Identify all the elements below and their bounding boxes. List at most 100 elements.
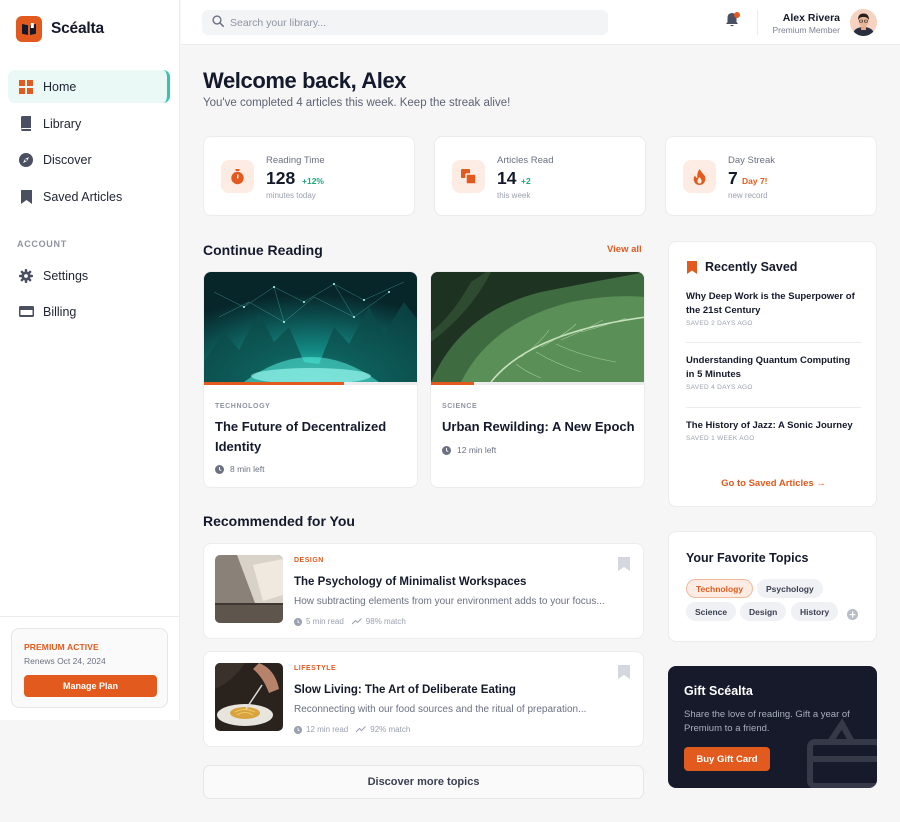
sidebar-item-discover[interactable]: Discover	[8, 143, 170, 176]
sidebar-item-saved-articles[interactable]: Saved Articles	[8, 180, 170, 213]
continue-reading-card[interactable]: SCIENCE Urban Rewilding: A New Epoch 12 …	[430, 271, 645, 488]
article-title: Slow Living: The Art of Deliberate Eatin…	[294, 684, 516, 696]
article-title: The Psychology of Minimalist Workspaces	[294, 576, 527, 588]
article-time-left: 8 min left	[215, 464, 265, 474]
article-category: DESIGN	[294, 557, 324, 564]
manage-plan-button[interactable]: Manage Plan	[24, 675, 157, 697]
divider	[686, 342, 861, 343]
topic-chip-design[interactable]: Design	[740, 602, 787, 621]
stat-note: this week	[497, 191, 531, 200]
favorite-topics-title: Your Favorite Topics	[686, 551, 809, 565]
bell-icon	[723, 13, 741, 32]
article-meta: 5 min read 98% match	[294, 617, 406, 626]
sidebar-item-label: Saved Articles	[43, 189, 123, 204]
view-all-link[interactable]: View all	[607, 244, 642, 255]
recommended-item[interactable]: LIFESTYLE Slow Living: The Art of Delibe…	[203, 651, 644, 747]
stat-label: Articles Read	[497, 155, 554, 166]
saved-item[interactable]: The History of Jazz: A Sonic Journey SAV…	[686, 419, 861, 442]
reading-progress-bar	[204, 382, 417, 385]
credit-card-icon	[18, 304, 34, 320]
recommended-item[interactable]: DESIGN The Psychology of Minimalist Work…	[203, 543, 644, 639]
book-icon	[18, 116, 34, 132]
saved-item-time: SAVED 4 DAYS AGO	[686, 384, 753, 391]
notification-dot	[734, 12, 740, 18]
recently-saved-title: Recently Saved	[705, 260, 798, 274]
stat-delta: Day 7!	[742, 176, 768, 186]
stat-note: new record	[728, 191, 768, 200]
saved-item-time: SAVED 2 DAYS AGO	[686, 320, 753, 327]
time-left-text: 12 min left	[457, 445, 497, 455]
page-subtitle: You've completed 4 articles this week. K…	[203, 97, 511, 109]
article-description: How subtracting elements from your envir…	[294, 596, 605, 607]
read-time: 5 min read	[306, 617, 344, 626]
notifications-button[interactable]	[723, 11, 741, 29]
topic-chip-science[interactable]: Science	[686, 602, 737, 621]
stat-value: 7	[728, 168, 738, 188]
topic-chip-technology[interactable]: Technology	[686, 579, 754, 598]
continue-reading-card[interactable]: TECHNOLOGY The Future of Decentralized I…	[203, 271, 418, 488]
match-score: 98% match	[365, 617, 406, 626]
article-thumbnail	[215, 663, 283, 731]
go-to-saved-link[interactable]: Go to Saved Articles →	[669, 478, 878, 489]
book-open-icon	[16, 16, 42, 42]
sidebar-item-home[interactable]: Home	[8, 70, 170, 103]
search-input[interactable]	[230, 16, 590, 29]
avatar[interactable]	[850, 9, 877, 36]
buy-gift-card-button[interactable]: Buy Gift Card	[684, 747, 770, 771]
sidebar-item-label: Discover	[43, 152, 92, 167]
article-category: SCIENCE	[442, 403, 478, 410]
clock-icon	[215, 464, 224, 474]
timer-icon	[221, 160, 254, 193]
bookmark-icon[interactable]	[618, 665, 630, 679]
nav-section-account: ACCOUNT	[17, 239, 67, 249]
flame-icon	[683, 160, 716, 193]
sidebar-item-billing[interactable]: Billing	[8, 295, 170, 328]
stat-label: Day Streak	[728, 155, 775, 166]
saved-item-title: Understanding Quantum Computing in 5 Min…	[686, 355, 851, 380]
brand-name: Scéalta	[51, 20, 104, 37]
bookmark-icon[interactable]	[618, 557, 630, 571]
clock-icon	[294, 617, 302, 626]
user-role: Premium Member	[772, 25, 840, 35]
search-icon	[212, 15, 224, 30]
recommended-title: Recommended for You	[203, 513, 355, 529]
bookmark-icon	[687, 260, 697, 274]
trend-up-icon	[351, 618, 362, 625]
time-left-text: 8 min left	[230, 464, 265, 474]
saved-item[interactable]: Why Deep Work is the Superpower of the 2…	[686, 290, 861, 327]
gift-promo-panel: Gift Scéalta Share the love of reading. …	[668, 666, 877, 788]
article-category: TECHNOLOGY	[215, 403, 271, 410]
bookmark-icon	[18, 189, 34, 205]
stat-card-day-streak: Day Streak 7 Day 7! new record	[665, 136, 877, 216]
article-meta: 12 min read 92% match	[294, 725, 410, 734]
search-box[interactable]	[202, 10, 608, 35]
article-title: Urban Rewilding: A New Epoch	[442, 419, 635, 434]
favorite-topics-panel: Your Favorite Topics Technology Psycholo…	[668, 531, 877, 642]
header-divider	[757, 10, 758, 35]
saved-item-title: The History of Jazz: A Sonic Journey	[686, 420, 853, 431]
sidebar-item-label: Home	[43, 79, 77, 94]
compass-icon	[18, 152, 34, 168]
gear-icon	[18, 268, 34, 284]
discover-more-button[interactable]: Discover more topics	[203, 765, 644, 799]
saved-item-time: SAVED 1 WEEK AGO	[686, 435, 755, 442]
sidebar-item-library[interactable]: Library	[8, 107, 170, 140]
topic-chip-history[interactable]: History	[791, 602, 839, 621]
read-time: 12 min read	[306, 725, 349, 734]
reading-progress-bar	[431, 382, 644, 385]
article-image	[204, 272, 417, 382]
copy-icon	[452, 160, 485, 193]
topic-chip-psychology[interactable]: Psychology	[757, 579, 823, 598]
brand[interactable]: Scéalta	[16, 16, 104, 42]
stat-card-articles-read: Articles Read 14 +2 this week	[434, 136, 646, 216]
article-category: LIFESTYLE	[294, 665, 337, 672]
sidebar-item-settings[interactable]: Settings	[8, 259, 170, 292]
add-topic-icon[interactable]	[847, 609, 858, 620]
continue-reading-title: Continue Reading	[203, 242, 323, 258]
saved-item[interactable]: Understanding Quantum Computing in 5 Min…	[686, 354, 861, 391]
top-header: Alex Rivera Premium Member	[181, 0, 900, 45]
premium-status-card: PREMIUM ACTIVE Renews Oct 24, 2024 Manag…	[11, 628, 168, 708]
saved-item-title: Why Deep Work is the Superpower of the 2…	[686, 291, 855, 316]
stat-value: 128	[266, 168, 296, 188]
premium-title: PREMIUM ACTIVE	[24, 642, 99, 652]
